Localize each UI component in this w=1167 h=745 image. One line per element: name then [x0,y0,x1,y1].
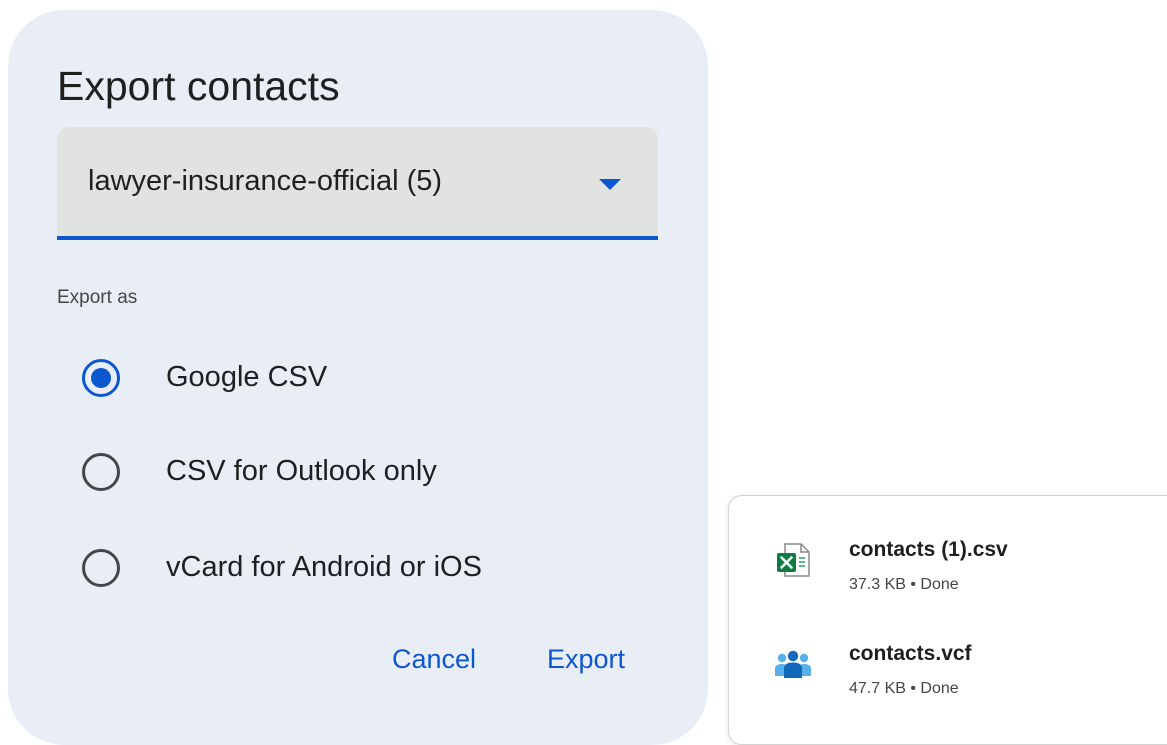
file-name: contacts (1).csv [849,538,1008,561]
option-label: Google CSV [166,361,328,393]
download-item[interactable]: contacts.vcf 47.7 KB • Done [729,620,1167,720]
option-label: vCard for Android or iOS [166,551,482,583]
contacts-people-icon [775,650,811,678]
radio-checked-icon[interactable] [82,359,120,397]
download-item[interactable]: contacts (1).csv 37.3 KB • Done [729,516,1167,616]
file-name: contacts.vcf [849,642,972,665]
export-contacts-dialog: Export contacts lawyer-insurance-officia… [8,10,708,745]
radio-unchecked-icon[interactable] [82,549,120,587]
file-meta: 47.7 KB • Done [849,680,959,697]
radio-unchecked-icon[interactable] [82,453,120,491]
dropdown-arrow-icon[interactable] [599,179,621,190]
option-google-csv[interactable]: Google CSV [74,348,634,408]
downloads-panel: contacts (1).csv 37.3 KB • Done contacts… [728,495,1167,745]
option-csv-outlook[interactable]: CSV for Outlook only [74,442,634,502]
export-button[interactable]: Export [547,644,625,675]
file-meta: 37.3 KB • Done [849,576,959,593]
dialog-title: Export contacts [57,63,340,109]
option-vcard[interactable]: vCard for Android or iOS [74,538,634,598]
export-as-label: Export as [57,287,138,308]
select-value: lawyer-insurance-official (5) [88,165,443,197]
radio-dot [91,368,111,388]
option-label: CSV for Outlook only [166,455,437,487]
contact-label-select[interactable]: lawyer-insurance-official (5) [57,127,658,240]
excel-csv-file-icon [777,543,810,577]
cancel-button[interactable]: Cancel [392,644,476,675]
